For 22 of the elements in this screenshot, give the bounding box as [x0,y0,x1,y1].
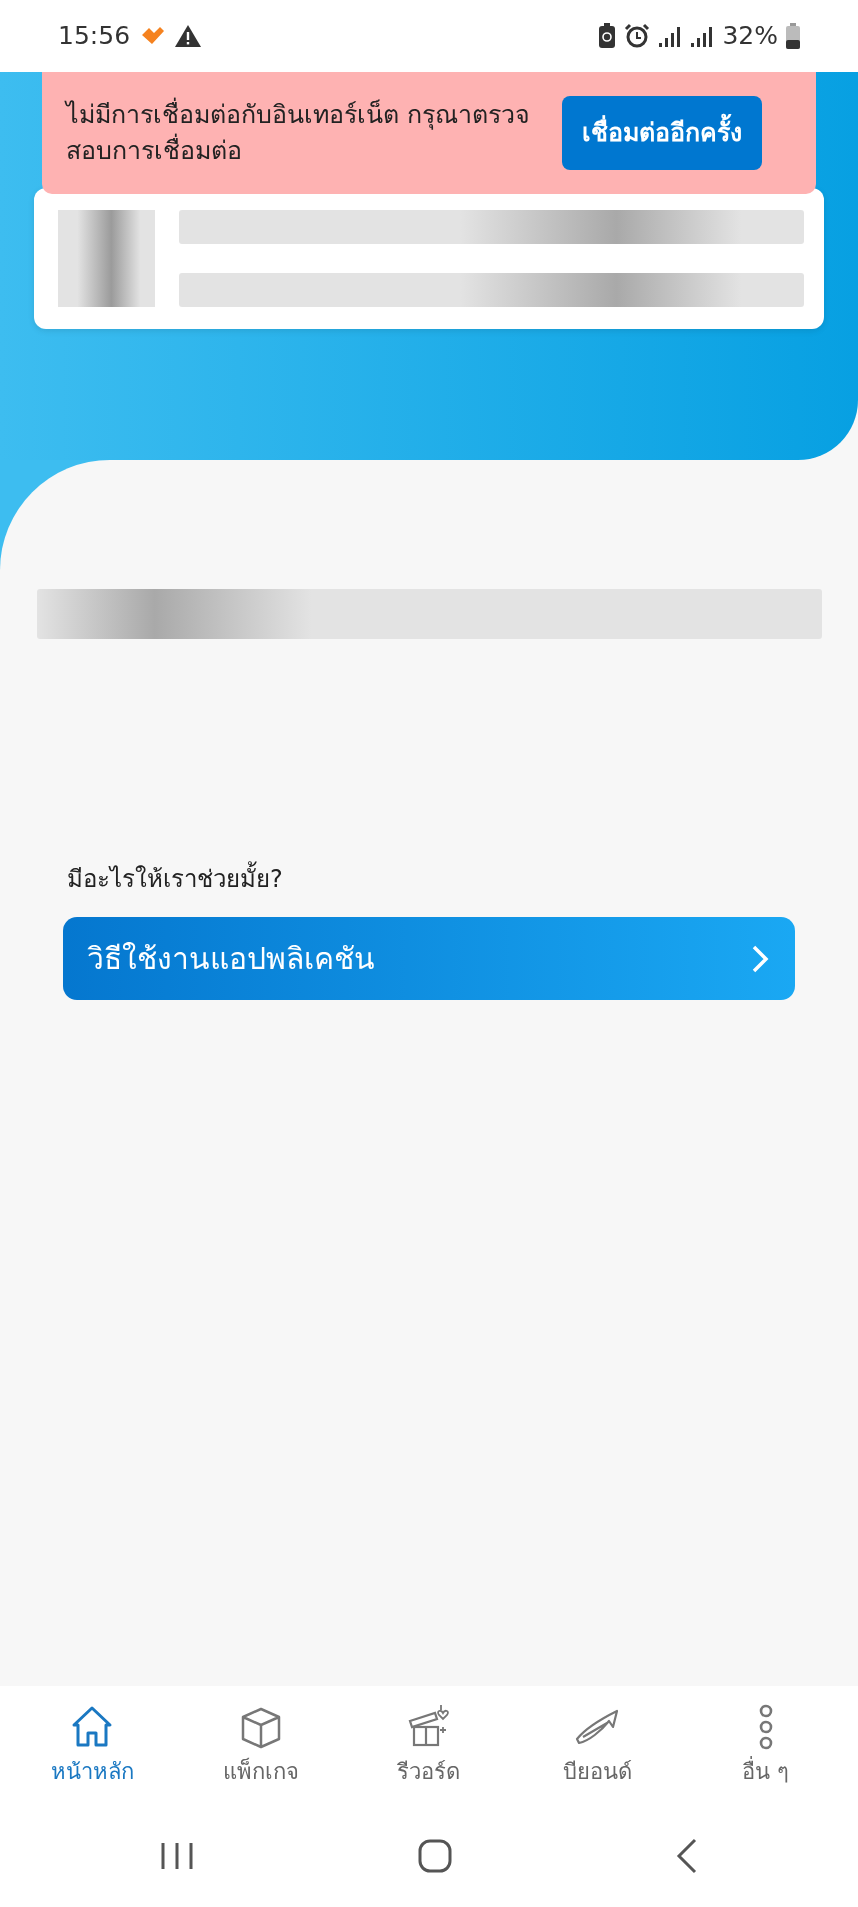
battery-percentage: 32% [722,20,778,53]
status-time: 15:56 [58,20,131,53]
reconnect-button[interactable]: เชื่อมต่ออีกครั้ง [562,96,762,170]
help-heading: มีอะไรให้เราช่วยมั้ย? [67,861,858,897]
signal-icon [690,25,715,47]
app-guide-button[interactable]: วิธีใช้งานแอปพลิเคชัน [63,917,795,1000]
error-message: ไม่มีการเชื่อมต่อกับอินเทอร์เน็ต กรุณาตรวจสอบการเชื่อมต่อ [66,96,531,167]
nav-tab[interactable]: แพ็กเกจ [195,1703,326,1788]
back-icon[interactable] [676,1838,698,1874]
nav-tab[interactable]: รีวอร์ด [363,1703,494,1788]
nav-tab[interactable]: หน้าหลัก [27,1703,158,1788]
nav-tab[interactable]: บียอนด์ [532,1703,663,1788]
home-icon[interactable] [418,1839,452,1873]
more-icon [758,1703,773,1751]
recent-apps-icon[interactable] [160,1841,194,1871]
alarm-icon [624,23,651,49]
signal-icon [658,25,683,47]
battery-saver-icon [598,23,617,49]
battery-icon [786,23,800,49]
nav-tab[interactable]: อื่น ๆ [700,1703,831,1788]
chevron-right-icon [751,943,769,974]
warning-icon [174,24,203,48]
